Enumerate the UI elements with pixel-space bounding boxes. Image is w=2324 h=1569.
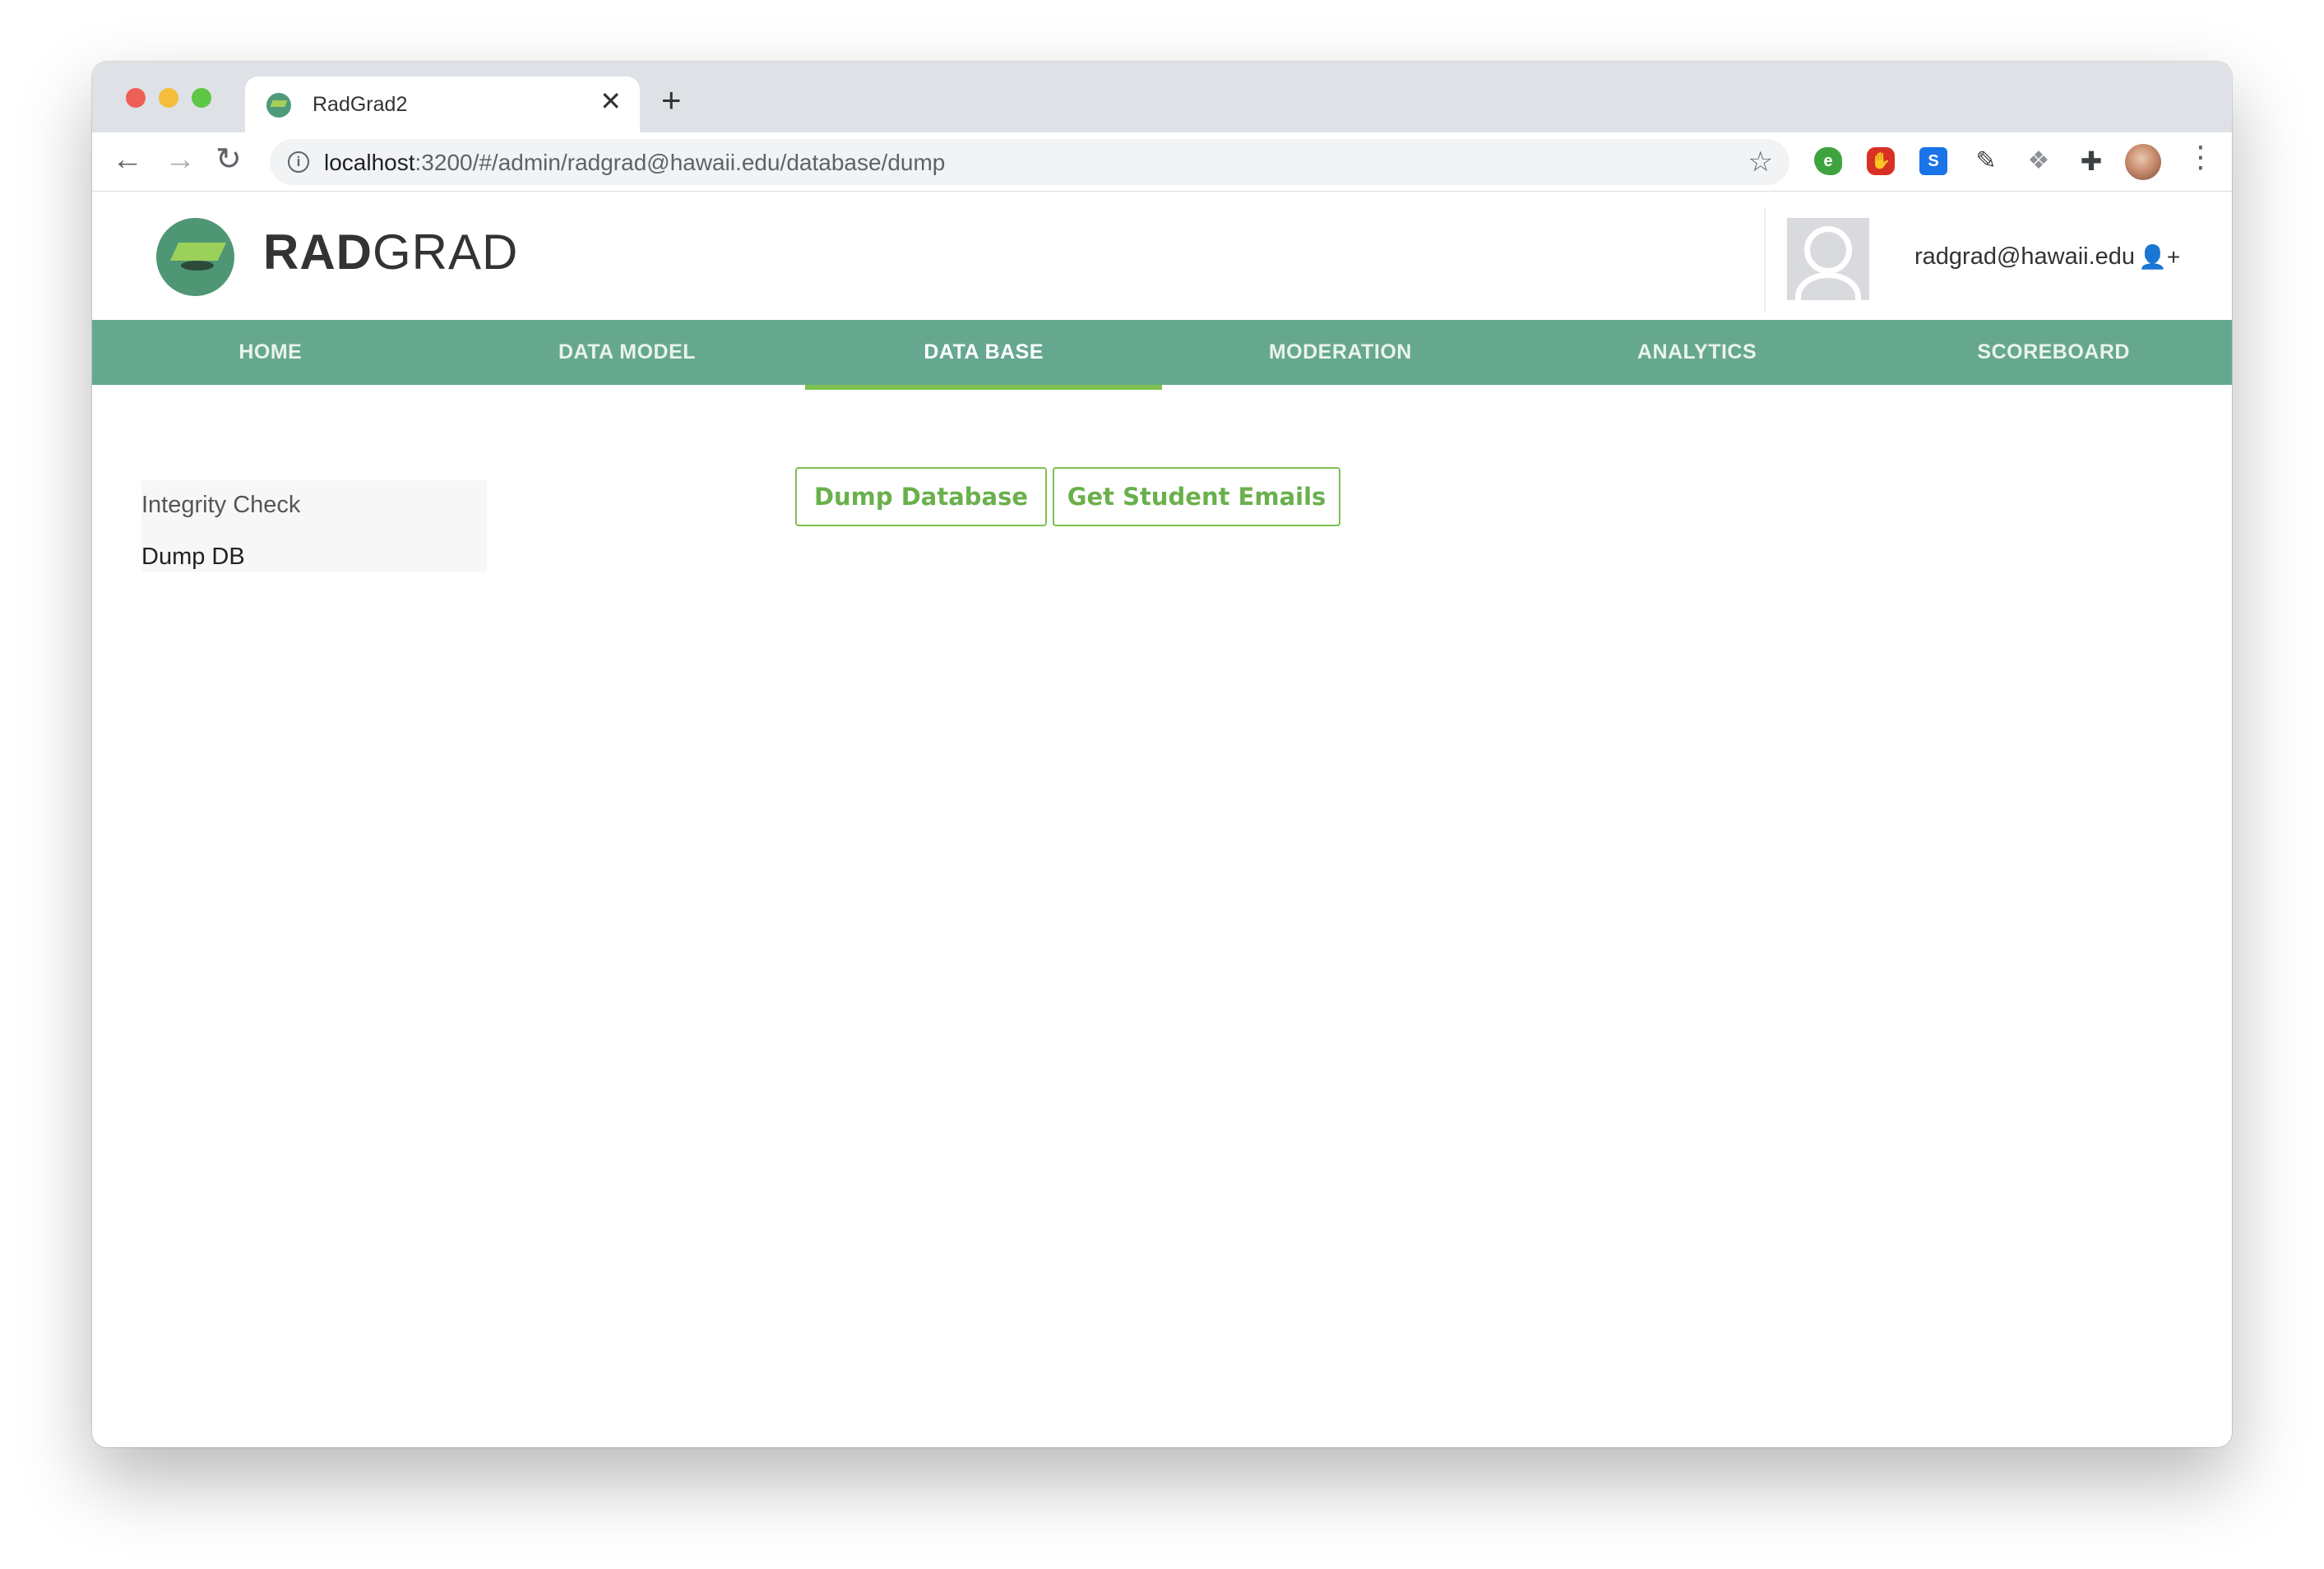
nav-item-scoreboard[interactable]: SCOREBOARD [1875, 320, 2232, 385]
brand-name[interactable]: RADGRAD [263, 224, 518, 280]
graduation-cap-brim-shape [181, 261, 214, 271]
new-tab-button[interactable]: + [661, 83, 682, 118]
minimize-window-button[interactable] [159, 88, 178, 108]
browser-window: RadGrad2 ✕ + ← → ↻ i localhost:3200/#/ad… [92, 62, 2232, 1447]
browser-toolbar: ← → ↻ i localhost:3200/#/admin/radgrad@h… [92, 132, 2232, 192]
tab-strip: RadGrad2 ✕ + [92, 62, 2232, 132]
browser-tab[interactable]: RadGrad2 ✕ [245, 76, 640, 132]
nav-item-data-model[interactable]: DATA MODEL [449, 320, 806, 385]
user-email[interactable]: radgrad@hawaii.edu [1914, 243, 2135, 271]
graduation-cap-shape [169, 243, 227, 261]
brand-bold: RAD [263, 224, 373, 280]
url-path: :3200/#/admin/radgrad@hawaii.edu/databas… [414, 150, 946, 175]
app-header: RADGRAD radgrad@hawaii.edu 👤+ [92, 192, 2232, 320]
avatar-head-shape [1804, 226, 1852, 274]
stop-icon[interactable]: ✋ [1867, 147, 1895, 175]
close-tab-icon[interactable]: ✕ [600, 88, 622, 114]
profile-avatar[interactable] [2125, 144, 2161, 180]
nav-item-data-base[interactable]: DATA BASE [805, 320, 1162, 390]
avatar-body-shape [1795, 272, 1861, 300]
address-bar[interactable]: i localhost:3200/#/admin/radgrad@hawaii.… [270, 139, 1789, 185]
add-user-icon[interactable]: 👤+ [2138, 243, 2180, 271]
dump-database-button[interactable]: Dump Database [795, 467, 1047, 526]
kebab-menu-icon[interactable]: ⋮ [2186, 142, 2215, 172]
radgrad-logo-icon[interactable] [156, 218, 234, 296]
main-nav: HOME DATA MODEL DATA BASE MODERATION ANA… [92, 320, 2232, 390]
info-icon[interactable]: i [288, 151, 309, 173]
s-icon[interactable]: S [1919, 147, 1947, 175]
arrow-right-icon[interactable]: → [164, 144, 196, 175]
brand-light: GRAD [373, 224, 519, 280]
arrow-left-icon[interactable]: ← [112, 144, 143, 175]
user-avatar[interactable] [1787, 218, 1869, 300]
get-student-emails-button[interactable]: Get Student Emails [1053, 467, 1340, 526]
nav-item-home[interactable]: HOME [92, 320, 449, 385]
nav-item-moderation[interactable]: MODERATION [1162, 320, 1519, 385]
close-window-button[interactable] [126, 88, 146, 108]
url-text[interactable]: localhost:3200/#/admin/radgrad@hawaii.ed… [324, 150, 945, 176]
evernote-icon[interactable]: e [1814, 147, 1842, 175]
sidebar-item-dump-db[interactable]: Dump DB [141, 544, 245, 571]
maximize-window-button[interactable] [192, 88, 211, 108]
tab-title: RadGrad2 [312, 93, 408, 116]
eyedropper-icon[interactable]: ✎ [1972, 147, 2000, 175]
star-icon[interactable]: ☆ [1748, 146, 1773, 178]
puzzle-icon[interactable]: ✚ [2077, 147, 2105, 175]
url-host: localhost [324, 150, 415, 175]
database-sidebar: Integrity Check Dump DB [141, 480, 487, 572]
reload-icon[interactable]: ↻ [215, 144, 242, 175]
dropbox-icon[interactable]: ❖ [2025, 147, 2053, 175]
sidebar-item-integrity-check[interactable]: Integrity Check [141, 492, 300, 519]
radgrad-favicon-icon [266, 93, 291, 118]
nav-item-analytics[interactable]: ANALYTICS [1519, 320, 1876, 385]
header-divider [1764, 209, 1766, 312]
